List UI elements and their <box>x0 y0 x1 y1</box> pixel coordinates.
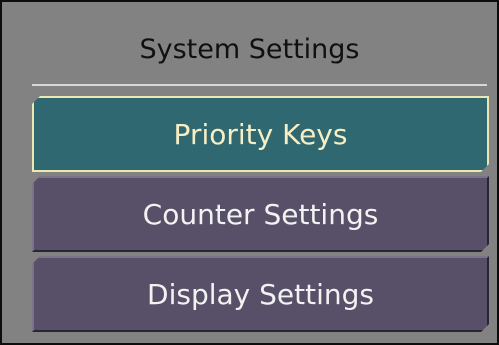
display-settings-button[interactable]: Display Settings <box>32 256 489 332</box>
panel-title: System Settings <box>139 34 360 65</box>
title-divider <box>32 84 487 86</box>
priority-keys-button[interactable]: Priority Keys <box>32 96 489 172</box>
counter-settings-button[interactable]: Counter Settings <box>32 176 489 252</box>
settings-panel: System Settings Priority Keys Counter Se… <box>0 0 499 345</box>
